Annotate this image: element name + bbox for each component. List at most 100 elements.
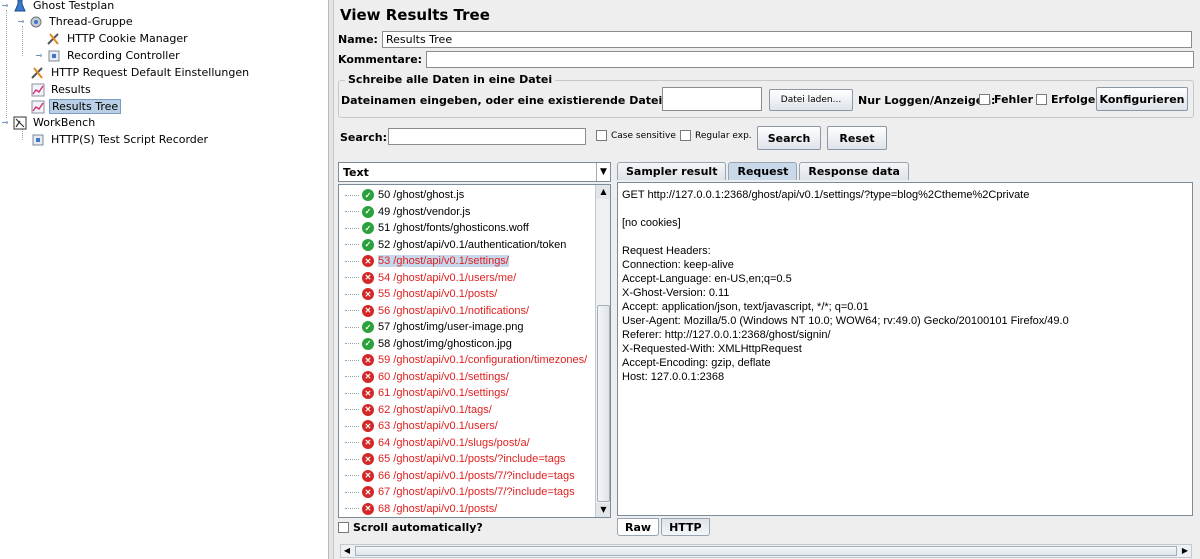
errors-only-checkbox[interactable]: Fehler xyxy=(979,93,1033,106)
list-item[interactable]: ✕ 68 /ghost/api/v0.1/posts/ xyxy=(339,501,497,517)
tree-node-http-cookie-manager[interactable]: HTTP Cookie Manager xyxy=(46,30,190,47)
tree-node-recording-controller[interactable]: ⊸ Recording Controller xyxy=(34,47,182,64)
request-detail-text[interactable]: GET http://127.0.0.1:2368/ghost/api/v0.1… xyxy=(617,182,1193,516)
tab-request[interactable]: Request xyxy=(728,162,798,180)
list-item[interactable]: ✓ 51 /ghost/fonts/ghosticons.woff xyxy=(339,220,529,236)
tree-node-http-request-defaults[interactable]: HTTP Request Default Einstellungen xyxy=(30,64,251,81)
vertical-scrollbar[interactable]: ▲ ▼ xyxy=(595,185,610,517)
detail-line xyxy=(622,203,1188,217)
name-field[interactable] xyxy=(381,30,1192,48)
scrollbar-thumb[interactable] xyxy=(355,546,1177,556)
success-label: Erfolge xyxy=(1051,93,1096,106)
error-x-icon: ✕ xyxy=(362,469,374,482)
expand-toggle-icon[interactable]: ⊸ xyxy=(0,118,10,127)
chevron-down-icon[interactable]: ▼ xyxy=(596,163,610,181)
sample-results-list[interactable]: ✓ 50 /ghost/ghost.js ✓ 49 /ghost/vendor.js ✓… xyxy=(338,184,611,518)
list-item[interactable]: ✓ 49 /ghost/vendor.js xyxy=(339,204,470,220)
expand-toggle-icon[interactable]: ⊸ xyxy=(34,51,44,60)
tree-node-results-tree[interactable]: Results Tree xyxy=(30,98,122,115)
list-item[interactable]: ✕ 53 /ghost/api/v0.1/settings/ xyxy=(339,253,509,269)
list-item-label: 68 /ghost/api/v0.1/posts/ xyxy=(378,502,498,515)
tree-node-results[interactable]: Results xyxy=(30,81,93,98)
expand-toggle-icon[interactable]: ⊸ xyxy=(0,1,10,10)
search-button[interactable]: Search xyxy=(757,126,821,150)
list-item[interactable]: ✓ 58 /ghost/img/ghosticon.jpg xyxy=(339,336,512,352)
errors-label: Fehler xyxy=(994,93,1034,106)
list-item[interactable]: ✕ 56 /ghost/api/v0.1/notifications/ xyxy=(339,303,529,319)
horizontal-scrollbar[interactable]: ◀ ▶ xyxy=(340,544,1192,558)
case-sensitive-checkbox[interactable]: Case sensitive xyxy=(596,130,676,141)
success-only-checkbox[interactable]: Erfolge xyxy=(1036,93,1095,106)
tree-connector xyxy=(345,260,359,262)
tab-sampler-result[interactable]: Sampler result xyxy=(617,162,727,180)
list-item[interactable]: ✓ 57 /ghost/img/user-image.png xyxy=(339,319,524,335)
tree-node-label: WorkBench xyxy=(33,116,96,129)
tree-connector xyxy=(345,310,359,311)
tree-node-workbench[interactable]: ⊸ WorkBench xyxy=(0,114,97,131)
tree-node-http-recorder[interactable]: HTTP(S) Test Script Recorder xyxy=(30,131,210,148)
test-plan-tree[interactable]: ⊸ Ghost Testplan ⊸ Thread-Gruppe HTTP Co… xyxy=(0,0,329,559)
scroll-up-icon[interactable]: ▲ xyxy=(596,185,610,199)
detail-line: GET http://127.0.0.1:2368/ghost/api/v0.1… xyxy=(622,189,1030,201)
reset-button[interactable]: Reset xyxy=(827,126,887,150)
list-item[interactable]: ✕ 60 /ghost/api/v0.1/settings/ xyxy=(339,369,509,385)
comment-field[interactable] xyxy=(426,50,1194,68)
list-item[interactable]: ✓ 50 /ghost/ghost.js xyxy=(339,187,464,203)
list-item[interactable]: ✕ 61 /ghost/api/v0.1/settings/ xyxy=(339,385,509,401)
tree-node-thread-group[interactable]: ⊸ Thread-Gruppe xyxy=(16,13,135,30)
tree-node-ghost-testplan[interactable]: ⊸ Ghost Testplan xyxy=(0,0,116,14)
success-check-icon: ✓ xyxy=(362,321,374,333)
list-item[interactable]: ✓ 52 /ghost/api/v0.1/authentication/token xyxy=(339,237,566,253)
list-item-label: 55 /ghost/api/v0.1/posts/ xyxy=(378,288,498,300)
list-item[interactable]: ✕ 55 /ghost/api/v0.1/posts/ xyxy=(339,286,497,302)
tree-connector xyxy=(345,376,359,377)
log-display-label: Nur Loggen/Anzeigen: xyxy=(858,94,996,107)
list-item-label: 57 /ghost/img/user-image.png xyxy=(378,321,524,333)
configure-button[interactable]: Konfigurieren xyxy=(1096,87,1188,111)
list-item-label: 61 /ghost/api/v0.1/settings/ xyxy=(378,387,509,399)
list-item[interactable]: ✕ 64 /ghost/api/v0.1/slugs/post/a/ xyxy=(339,435,530,451)
error-x-icon: ✕ xyxy=(362,420,374,432)
checkbox-box[interactable] xyxy=(596,130,607,141)
list-item-label: 63 /ghost/api/v0.1/users/ xyxy=(378,420,498,432)
regex-checkbox[interactable]: Regular exp. xyxy=(680,130,752,141)
flask-icon xyxy=(12,0,28,13)
list-item[interactable]: ✕ 66 /ghost/api/v0.1/posts/7/?include=tag… xyxy=(339,468,575,484)
list-item-label: 60 /ghost/api/v0.1/settings/ xyxy=(378,370,509,383)
search-input[interactable] xyxy=(388,128,586,145)
scroll-left-icon[interactable]: ◀ xyxy=(341,545,353,557)
list-item-label: 51 /ghost/fonts/ghosticons.woff xyxy=(378,222,529,234)
filename-input[interactable] xyxy=(662,87,762,111)
tree-connector xyxy=(6,10,7,118)
tab-raw[interactable]: Raw xyxy=(617,518,660,536)
tree-connector xyxy=(345,392,359,394)
list-item[interactable]: ✕ 63 /ghost/api/v0.1/users/ xyxy=(339,418,498,434)
list-item-label: 59 /ghost/api/v0.1/configuration/timezon… xyxy=(378,354,588,366)
renderer-select[interactable]: Text ▼ xyxy=(338,162,611,182)
scroll-automatically-checkbox[interactable]: Scroll automatically? xyxy=(338,521,483,534)
list-item[interactable]: ✕ 62 /ghost/api/v0.1/tags/ xyxy=(339,402,492,418)
checkbox-box[interactable] xyxy=(338,522,349,533)
list-item[interactable]: ✕ 54 /ghost/api/v0.1/users/me/ xyxy=(339,270,516,286)
error-x-icon: ✕ xyxy=(362,502,374,515)
list-item[interactable]: ✕ 65 /ghost/api/v0.1/posts/?include=tags xyxy=(339,451,565,467)
error-x-icon: ✕ xyxy=(362,271,374,284)
scrollbar-thumb[interactable] xyxy=(597,305,610,502)
list-item[interactable]: ✕ 59 /ghost/api/v0.1/configuration/timezo… xyxy=(339,352,587,368)
tab-http[interactable]: HTTP xyxy=(661,518,710,536)
tab-response-data[interactable]: Response data xyxy=(799,162,909,180)
graph-icon xyxy=(30,100,46,114)
scroll-down-icon[interactable]: ▼ xyxy=(596,503,610,517)
scroll-right-icon[interactable]: ▶ xyxy=(1179,545,1191,557)
expand-toggle-icon[interactable]: ⊸ xyxy=(16,17,26,26)
tree-connector xyxy=(345,293,359,295)
name-row: Name: xyxy=(338,30,1194,48)
detail-line: Connection: keep-alive xyxy=(622,259,734,271)
list-item[interactable]: ✕ 67 /ghost/api/v0.1/posts/7/?include=tag… xyxy=(339,484,575,500)
checkbox-box[interactable] xyxy=(1036,94,1047,105)
checkbox-box[interactable] xyxy=(979,94,990,105)
tree-connector xyxy=(345,211,359,212)
tree-connector xyxy=(345,277,359,278)
checkbox-box[interactable] xyxy=(680,130,691,141)
browse-file-button[interactable]: Datei laden... xyxy=(769,89,853,111)
